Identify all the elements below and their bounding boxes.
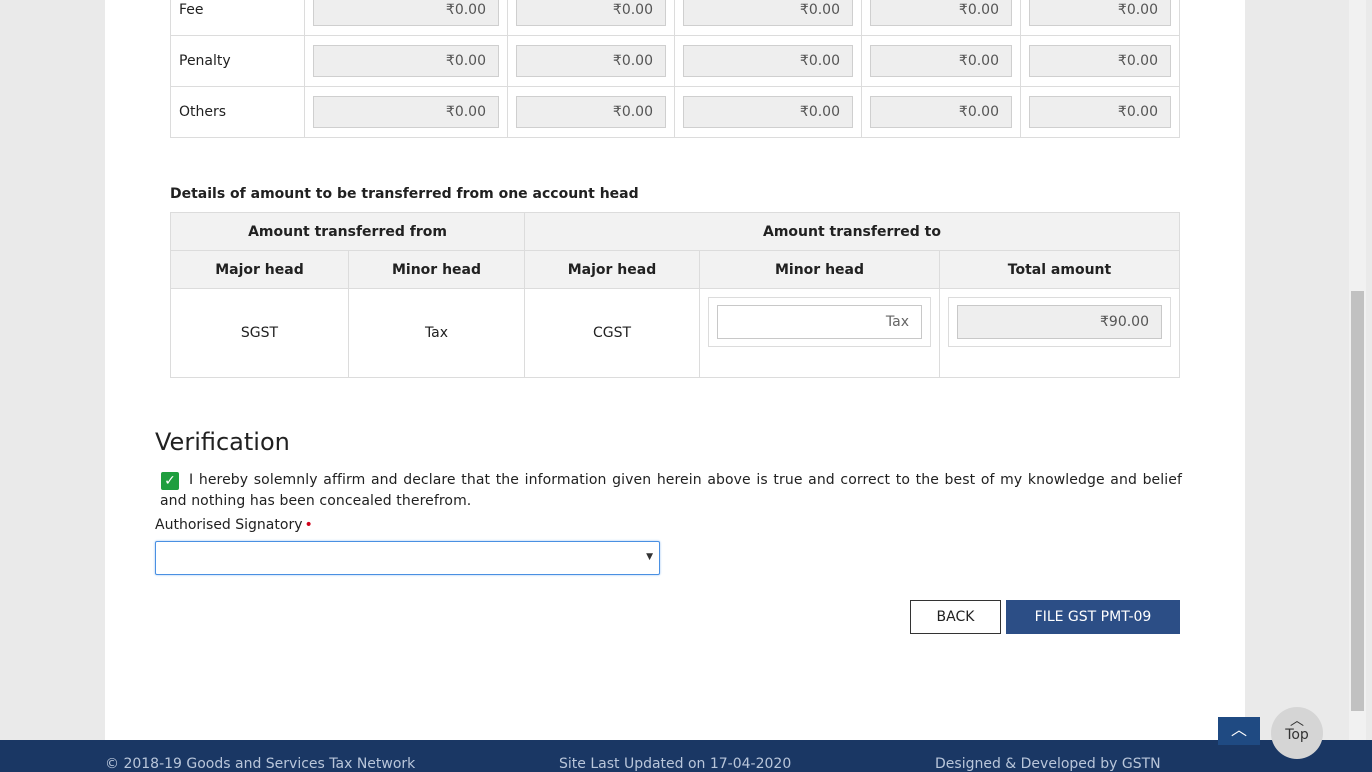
- column-header: Minor head: [699, 250, 940, 289]
- main-content: Fee ₹0.00 ₹0.00 ₹0.00 ₹0.00 ₹0.00 Penalt…: [105, 0, 1245, 740]
- table-header-row: Amount transferred from Amount transferr…: [170, 212, 1180, 251]
- transfer-table: Amount transferred from Amount transferr…: [170, 212, 1180, 378]
- column-header: Minor head: [348, 250, 525, 289]
- amount-field: ₹0.00: [870, 96, 1012, 128]
- from-major-head: SGST: [170, 288, 349, 378]
- amount-field: ₹0.00: [313, 45, 499, 77]
- footer-designed: Designed & Developed by GSTN: [935, 756, 1161, 772]
- signatory-select[interactable]: ▼: [155, 541, 660, 575]
- amount-field: ₹0.00: [683, 0, 853, 26]
- amount-field: ₹0.00: [313, 96, 499, 128]
- amount-field: ₹0.00: [870, 45, 1012, 77]
- amount-field: ₹0.00: [1029, 96, 1171, 128]
- to-major-head: CGST: [524, 288, 700, 378]
- table-header-row: Major head Minor head Major head Minor h…: [170, 250, 1180, 289]
- from-minor-head: Tax: [348, 288, 525, 378]
- declaration-text: I hereby solemnly affirm and declare tha…: [160, 472, 1182, 509]
- row-label: Penalty: [170, 35, 305, 87]
- footer: © 2018-19 Goods and Services Tax Network…: [0, 740, 1372, 772]
- group-header-to: Amount transferred to: [524, 212, 1180, 251]
- back-button[interactable]: BACK: [910, 600, 1001, 634]
- column-header: Major head: [524, 250, 700, 289]
- amount-field: ₹0.00: [683, 45, 853, 77]
- amount-field: ₹0.00: [683, 96, 853, 128]
- file-button[interactable]: FILE GST PMT-09: [1006, 600, 1180, 634]
- verification-title: Verification: [155, 428, 290, 456]
- amount-field: ₹0.00: [1029, 0, 1171, 26]
- signatory-label: Authorised Signatory •: [155, 517, 313, 533]
- footer-copyright: © 2018-19 Goods and Services Tax Network: [105, 756, 416, 772]
- row-label: Others: [170, 86, 305, 138]
- required-indicator: •: [304, 517, 313, 533]
- scrollbar-thumb[interactable]: [1351, 291, 1364, 711]
- amount-field: ₹0.00: [516, 0, 666, 26]
- chevron-up-icon[interactable]: ︿: [1218, 717, 1260, 745]
- to-minor-head-field[interactable]: Tax: [717, 305, 922, 339]
- amount-field: ₹0.00: [516, 45, 666, 77]
- chevron-up-icon: ︿: [1290, 713, 1304, 729]
- table-row: Fee ₹0.00 ₹0.00 ₹0.00 ₹0.00 ₹0.00: [170, 0, 1180, 36]
- back-to-top-button[interactable]: ︿ Top: [1271, 707, 1323, 759]
- amount-field: ₹0.00: [313, 0, 499, 26]
- total-amount-field: ₹90.00: [957, 305, 1162, 339]
- column-header: Major head: [170, 250, 349, 289]
- declaration-checkbox[interactable]: ✓: [161, 472, 179, 490]
- amount-table: Fee ₹0.00 ₹0.00 ₹0.00 ₹0.00 ₹0.00 Penalt…: [170, 0, 1180, 138]
- signatory-label-text: Authorised Signatory: [155, 517, 303, 533]
- page-scrollbar[interactable]: [1349, 0, 1366, 740]
- group-header-from: Amount transferred from: [170, 212, 525, 251]
- top-label: Top: [1285, 727, 1309, 743]
- footer-updated: Site Last Updated on 17-04-2020: [559, 756, 792, 772]
- table-row: SGST Tax CGST Tax ₹90.00: [170, 288, 1180, 378]
- column-header: Total amount: [939, 250, 1180, 289]
- amount-field: ₹0.00: [1029, 45, 1171, 77]
- amount-field: ₹0.00: [870, 0, 1012, 26]
- transfer-section-title: Details of amount to be transferred from…: [170, 186, 639, 202]
- table-row: Penalty ₹0.00 ₹0.00 ₹0.00 ₹0.00 ₹0.00: [170, 35, 1180, 87]
- amount-field: ₹0.00: [516, 96, 666, 128]
- chevron-down-icon: ▼: [646, 552, 653, 562]
- row-label: Fee: [170, 0, 305, 36]
- table-row: Others ₹0.00 ₹0.00 ₹0.00 ₹0.00 ₹0.00: [170, 86, 1180, 138]
